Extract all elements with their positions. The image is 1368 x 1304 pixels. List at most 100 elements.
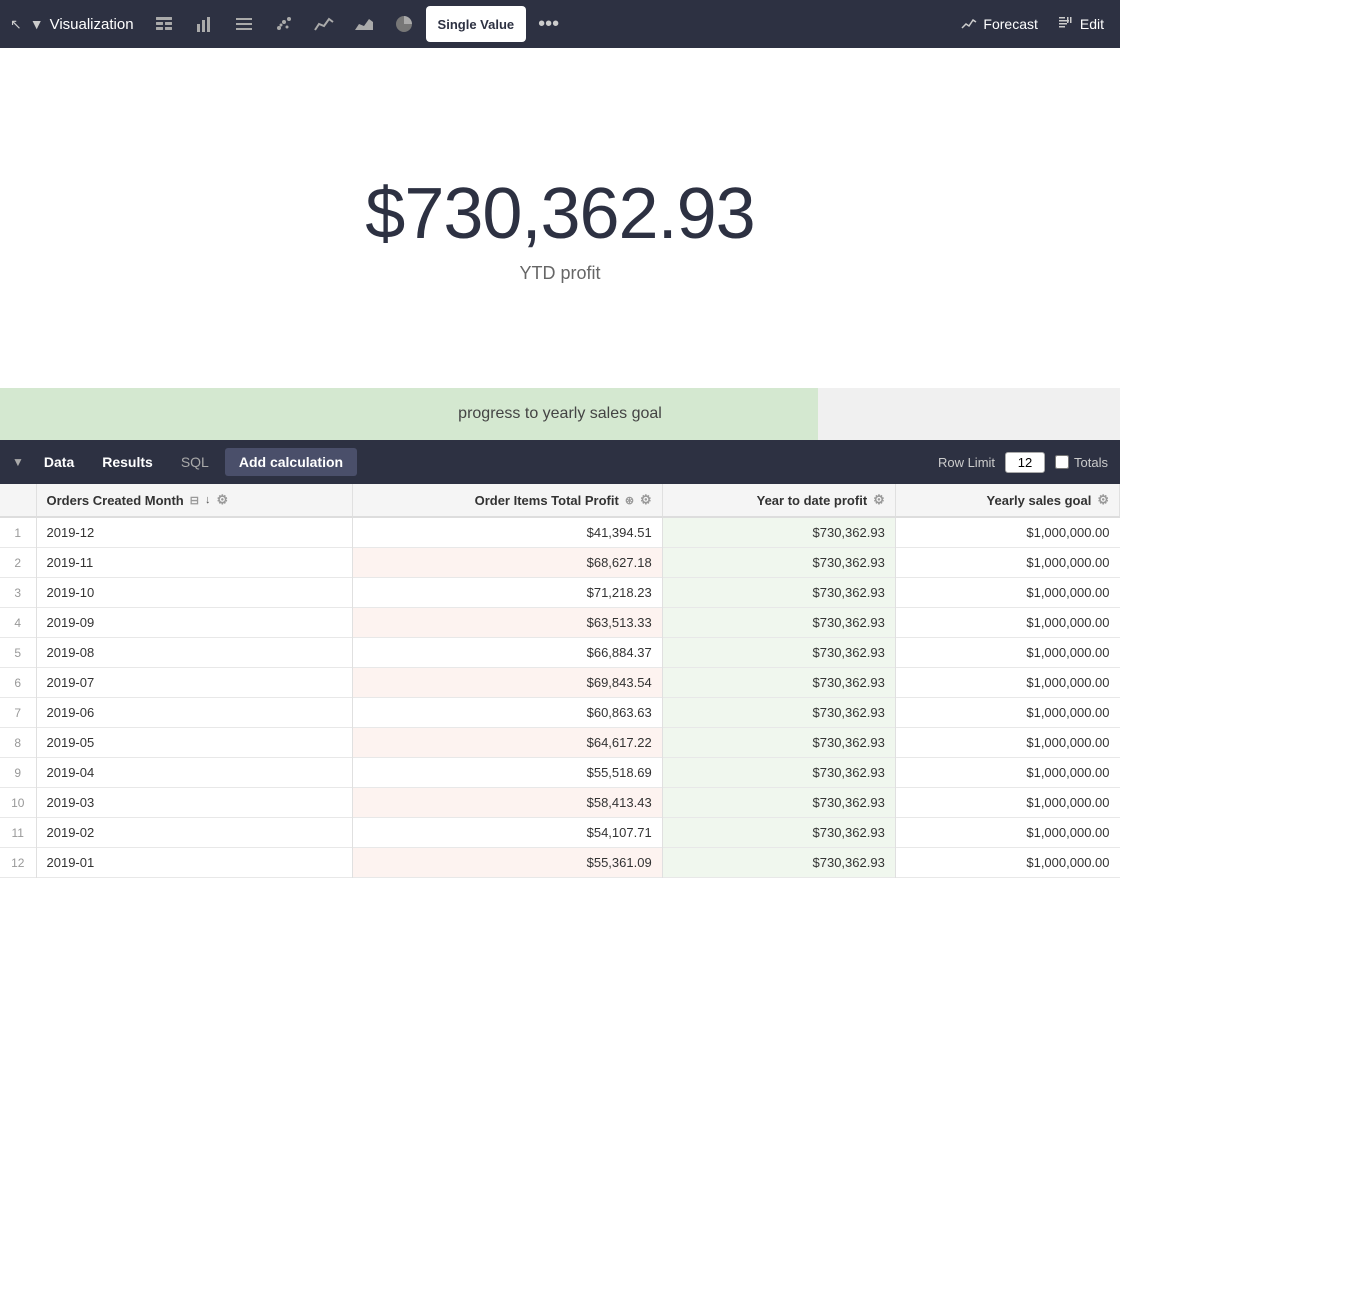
progress-bar-area: progress to yearly sales goal xyxy=(0,388,1120,440)
goal-cell: $1,000,000.00 xyxy=(895,848,1119,878)
goal-gear-icon[interactable]: ⚙ xyxy=(1097,492,1109,508)
month-cell: 2019-01 xyxy=(36,848,353,878)
table-view-button[interactable] xyxy=(146,6,182,42)
ytd-cell: $730,362.93 xyxy=(662,578,895,608)
row-num-cell: 6 xyxy=(0,668,36,698)
goal-cell: $1,000,000.00 xyxy=(895,578,1119,608)
ytd-cell: $730,362.93 xyxy=(662,788,895,818)
table-row: 9 2019-04 $55,518.69 $730,362.93 $1,000,… xyxy=(0,758,1120,788)
profit-header-label: Order Items Total Profit xyxy=(475,493,619,508)
profit-cell: $69,843.54 xyxy=(353,668,663,698)
line-chart-button[interactable] xyxy=(306,6,342,42)
table-row: 8 2019-05 $64,617.22 $730,362.93 $1,000,… xyxy=(0,728,1120,758)
table-row: 11 2019-02 $54,107.71 $730,362.93 $1,000… xyxy=(0,818,1120,848)
profit-cell: $58,413.43 xyxy=(353,788,663,818)
row-num-cell: 3 xyxy=(0,578,36,608)
tab-results[interactable]: Results xyxy=(90,448,165,476)
pie-chart-button[interactable] xyxy=(386,6,422,42)
row-limit-label: Row Limit xyxy=(938,455,995,470)
goal-cell: $1,000,000.00 xyxy=(895,698,1119,728)
ytd-cell: $730,362.93 xyxy=(662,848,895,878)
ytd-header: Year to date profit ⚙ xyxy=(662,484,895,517)
table-row: 3 2019-10 $71,218.23 $730,362.93 $1,000,… xyxy=(0,578,1120,608)
month-gear-icon[interactable]: ⚙ xyxy=(216,492,228,508)
table-row: 10 2019-03 $58,413.43 $730,362.93 $1,000… xyxy=(0,788,1120,818)
visualization-area: $730,362.93 YTD profit xyxy=(0,48,1120,388)
month-cell: 2019-12 xyxy=(36,517,353,548)
month-cell: 2019-05 xyxy=(36,728,353,758)
cursor-icon: ↖ xyxy=(8,12,24,37)
row-num-cell: 11 xyxy=(0,818,36,848)
goal-cell: $1,000,000.00 xyxy=(895,668,1119,698)
goal-cell: $1,000,000.00 xyxy=(895,608,1119,638)
tab-sql[interactable]: SQL xyxy=(169,448,221,476)
goal-cell: $1,000,000.00 xyxy=(895,517,1119,548)
month-cell: 2019-04 xyxy=(36,758,353,788)
table-row: 7 2019-06 $60,863.63 $730,362.93 $1,000,… xyxy=(0,698,1120,728)
toolbar-title: Visualization xyxy=(50,16,134,33)
progress-label: progress to yearly sales goal xyxy=(20,405,1100,423)
row-num-header xyxy=(0,484,36,517)
data-table: Orders Created Month ⊟ ↓ ⚙ Order Items T… xyxy=(0,484,1120,878)
table-row: 1 2019-12 $41,394.51 $730,362.93 $1,000,… xyxy=(0,517,1120,548)
month-cell: 2019-07 xyxy=(36,668,353,698)
month-cell: 2019-10 xyxy=(36,578,353,608)
area-chart-button[interactable] xyxy=(346,6,382,42)
single-value-button[interactable]: Single Value xyxy=(426,6,527,42)
list-view-button[interactable] xyxy=(226,6,262,42)
scatter-plot-button[interactable] xyxy=(266,6,302,42)
ytd-cell: $730,362.93 xyxy=(662,638,895,668)
forecast-button[interactable]: Forecast xyxy=(953,12,1045,36)
tab-data[interactable]: Data xyxy=(32,448,86,476)
goal-cell: $1,000,000.00 xyxy=(895,548,1119,578)
row-num-cell: 7 xyxy=(0,698,36,728)
add-calculation-button[interactable]: Add calculation xyxy=(225,448,357,476)
row-limit-input[interactable] xyxy=(1005,452,1045,473)
list-icon: ⊟ xyxy=(190,494,199,507)
profit-cell: $60,863.63 xyxy=(353,698,663,728)
goal-cell: $1,000,000.00 xyxy=(895,788,1119,818)
totals-checkbox[interactable] xyxy=(1055,455,1069,469)
row-num-cell: 12 xyxy=(0,848,36,878)
sort-down-icon[interactable]: ↓ xyxy=(205,494,211,506)
month-cell: 2019-02 xyxy=(36,818,353,848)
ytd-cell: $730,362.93 xyxy=(662,548,895,578)
more-options-button[interactable]: ••• xyxy=(530,9,567,40)
row-num-cell: 10 xyxy=(0,788,36,818)
data-dropdown-arrow[interactable]: ▼ xyxy=(12,455,24,469)
profit-gear-icon[interactable]: ⚙ xyxy=(640,492,652,508)
table-row: 12 2019-01 $55,361.09 $730,362.93 $1,000… xyxy=(0,848,1120,878)
profit-header: Order Items Total Profit ⊛ ⚙ xyxy=(353,484,663,517)
table-row: 5 2019-08 $66,884.37 $730,362.93 $1,000,… xyxy=(0,638,1120,668)
dropdown-arrow[interactable]: ▼ xyxy=(28,12,46,36)
ytd-cell: $730,362.93 xyxy=(662,728,895,758)
main-value: $730,362.93 xyxy=(365,173,754,255)
row-num-cell: 2 xyxy=(0,548,36,578)
totals-label: Totals xyxy=(1074,455,1108,470)
month-header: Orders Created Month ⊟ ↓ ⚙ xyxy=(36,484,353,517)
profit-cell: $68,627.18 xyxy=(353,548,663,578)
ytd-cell: $730,362.93 xyxy=(662,818,895,848)
main-label: YTD profit xyxy=(519,263,600,284)
table-row: 4 2019-09 $63,513.33 $730,362.93 $1,000,… xyxy=(0,608,1120,638)
goal-header: Yearly sales goal ⚙ xyxy=(895,484,1119,517)
edit-button[interactable]: Edit xyxy=(1050,12,1112,36)
bar-chart-button[interactable] xyxy=(186,6,222,42)
month-cell: 2019-11 xyxy=(36,548,353,578)
ytd-gear-icon[interactable]: ⚙ xyxy=(873,492,885,508)
month-header-label: Orders Created Month xyxy=(47,493,184,508)
profit-cell: $55,518.69 xyxy=(353,758,663,788)
data-table-wrapper: Orders Created Month ⊟ ↓ ⚙ Order Items T… xyxy=(0,484,1120,878)
row-num-cell: 5 xyxy=(0,638,36,668)
profit-cell: $55,361.09 xyxy=(353,848,663,878)
totals-checkbox-group[interactable]: Totals xyxy=(1055,455,1108,470)
ytd-cell: $730,362.93 xyxy=(662,668,895,698)
table-header-row: Orders Created Month ⊟ ↓ ⚙ Order Items T… xyxy=(0,484,1120,517)
profit-cell: $63,513.33 xyxy=(353,608,663,638)
row-num-cell: 8 xyxy=(0,728,36,758)
table-row: 6 2019-07 $69,843.54 $730,362.93 $1,000,… xyxy=(0,668,1120,698)
goal-header-label: Yearly sales goal xyxy=(987,493,1092,508)
profit-cell: $54,107.71 xyxy=(353,818,663,848)
ytd-cell: $730,362.93 xyxy=(662,608,895,638)
visualization-toolbar: ↖ ▼ Visualization xyxy=(0,0,1120,48)
